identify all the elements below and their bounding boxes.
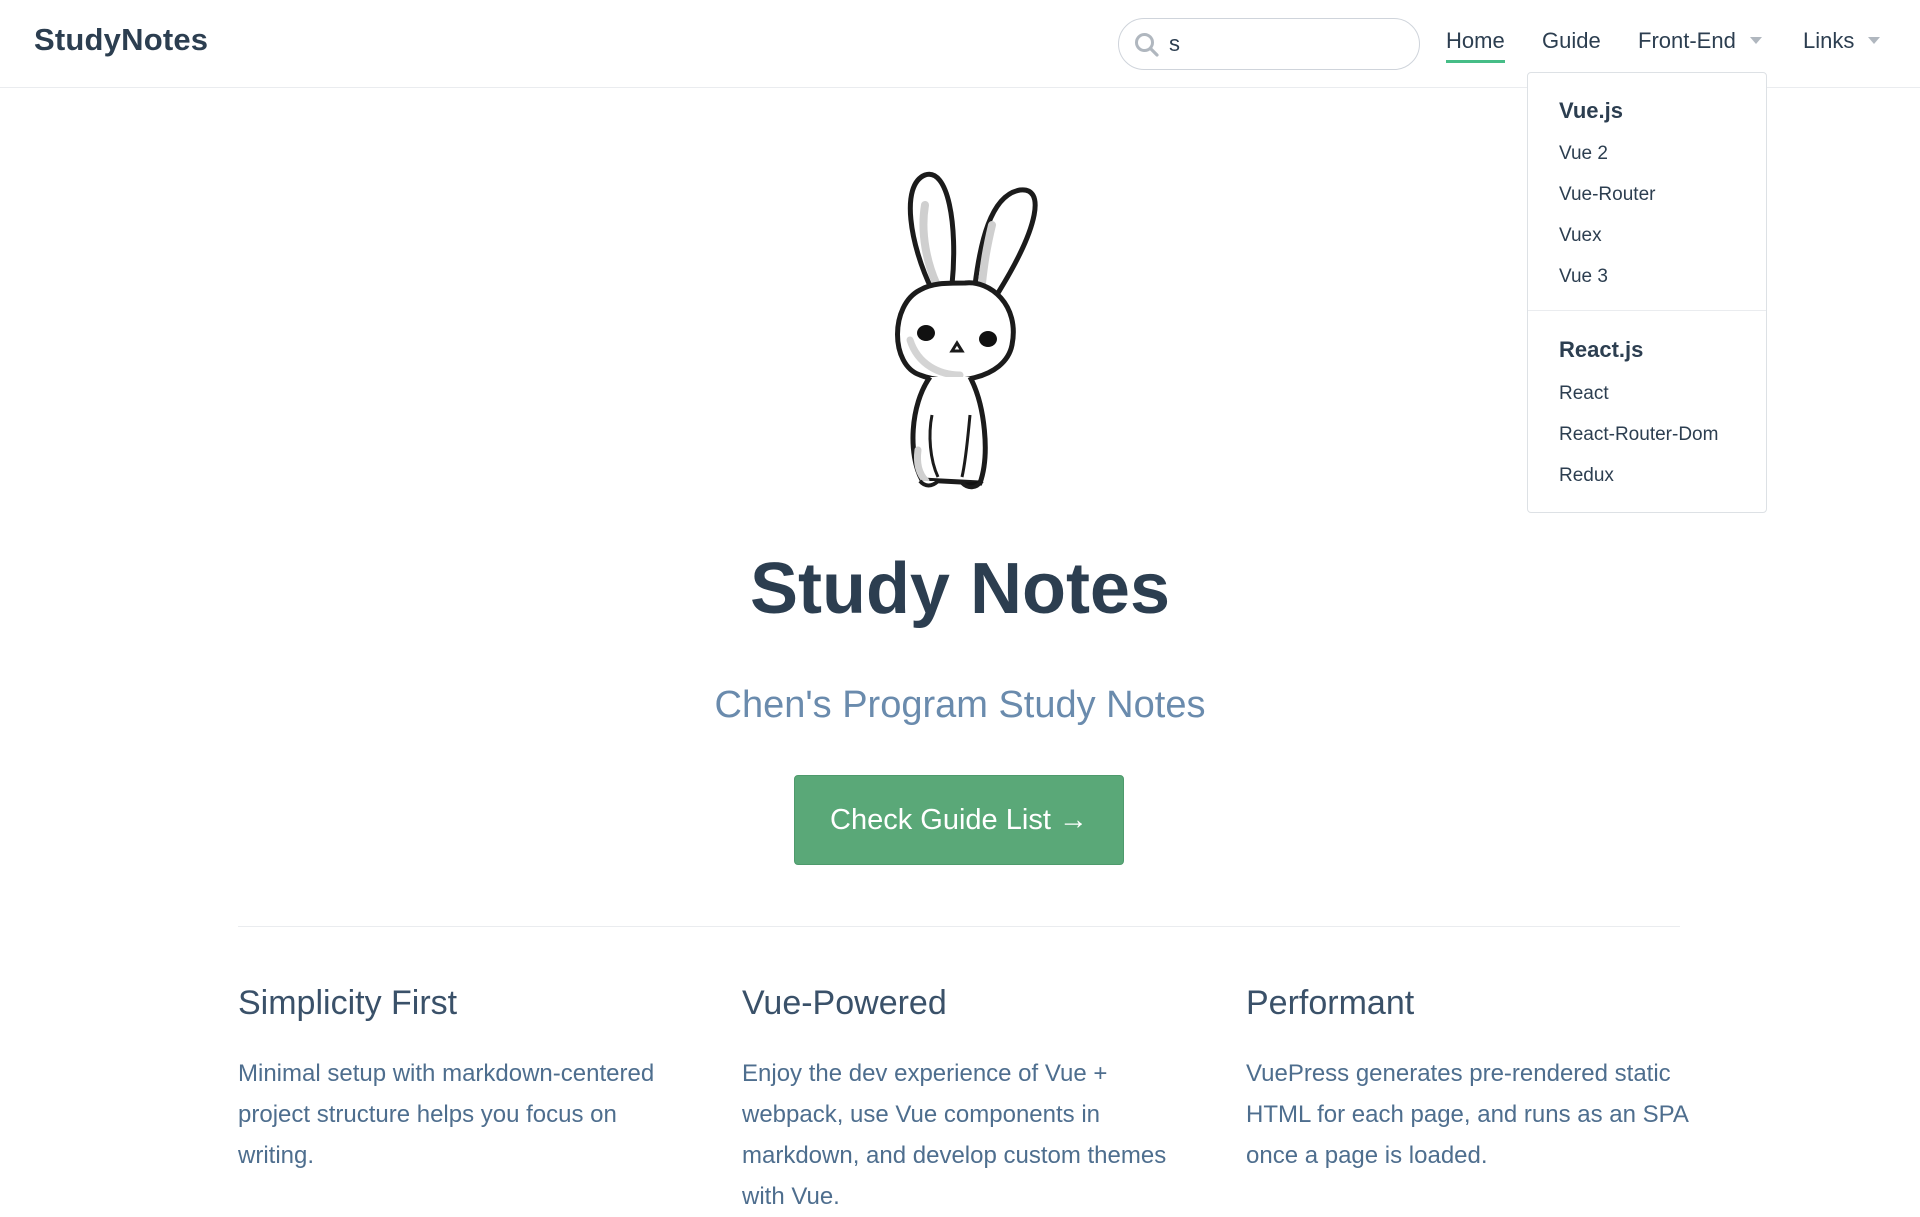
hero-title: Study Notes: [749, 549, 1171, 629]
dropdown-divider: [1528, 310, 1766, 311]
feature-title: Vue-Powered: [742, 984, 947, 1022]
bunny-illustration: [895, 171, 1038, 490]
search-box[interactable]: [1118, 18, 1420, 70]
dropdown-item-react[interactable]: React: [1559, 383, 1609, 405]
feature-details: VuePress generates pre-rendered static H…: [1246, 1060, 1688, 1169]
nav-dropdown-links[interactable]: Links: [1803, 28, 1881, 54]
nav-dropdown-frontend[interactable]: Front-End: [1638, 28, 1762, 54]
dropdown-item-vue2[interactable]: Vue 2: [1559, 143, 1608, 165]
feature-simplicity: Simplicity First Minimal setup with mark…: [238, 984, 688, 1176]
feature-details: Minimal setup with markdown-centered pro…: [238, 1060, 655, 1169]
dropdown-group-title-vue: Vue.js: [1559, 98, 1623, 123]
nav-link-home[interactable]: Home: [1446, 28, 1505, 63]
dropdown-item-vue3[interactable]: Vue 3: [1559, 266, 1608, 288]
search-icon: [1135, 33, 1159, 57]
nav-link-guide[interactable]: Guide: [1542, 28, 1601, 54]
dropdown-item-vuex[interactable]: Vuex: [1559, 225, 1602, 247]
site-name-link[interactable]: StudyNotes: [34, 22, 208, 58]
hero-description: Chen's Program Study Notes: [714, 684, 1206, 726]
feature-performant: Performant VuePress generates pre-render…: [1246, 984, 1696, 1176]
feature-title: Performant: [1246, 984, 1415, 1022]
frontend-dropdown-menu: Vue.js Vue 2 Vue-Router Vuex Vue 3 React…: [1527, 72, 1767, 513]
dropdown-item-redux[interactable]: Redux: [1559, 465, 1614, 487]
dropdown-item-react-router-dom[interactable]: React-Router-Dom: [1559, 424, 1718, 446]
feature-title: Simplicity First: [238, 984, 458, 1022]
feature-details: Enjoy the dev experience of Vue + webpac…: [742, 1060, 1167, 1210]
section-divider: [238, 926, 1680, 927]
check-guide-list-button[interactable]: Check Guide List →: [794, 775, 1124, 865]
feature-vue-powered: Vue-Powered Enjoy the dev experience of …: [742, 984, 1192, 1217]
chevron-down-icon: [1868, 36, 1881, 44]
nav-dropdown-frontend-label: Front-End: [1638, 28, 1736, 53]
dropdown-item-vue-router[interactable]: Vue-Router: [1559, 184, 1655, 206]
dropdown-group-title-react: React.js: [1559, 337, 1644, 362]
search-input[interactable]: [1167, 27, 1407, 61]
chevron-down-icon: [1749, 36, 1762, 44]
nav-dropdown-links-label: Links: [1803, 28, 1855, 53]
